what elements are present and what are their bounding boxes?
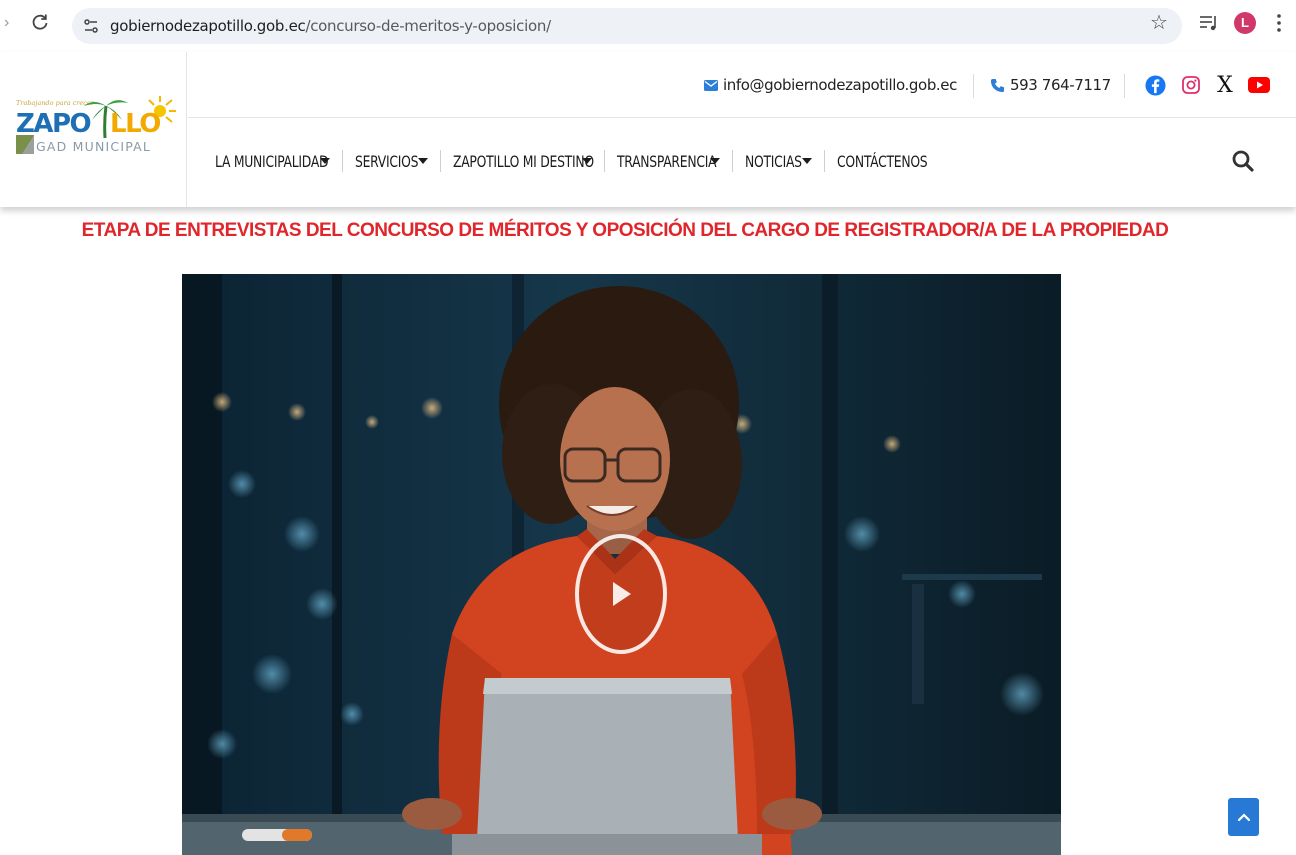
bookmark-star-icon[interactable]: ☆ — [1150, 10, 1168, 35]
svg-text:Trabajando para crecer: Trabajando para crecer — [16, 99, 95, 107]
page-title: ETAPA DE ENTREVISTAS DEL CONCURSO DE MÉR… — [81, 220, 1169, 241]
menu-label: NOTICIAS — [745, 151, 803, 171]
menu-item-transparencia[interactable]: TRANSPARENCIA — [616, 151, 721, 171]
svg-text:ZAPO: ZAPO — [16, 109, 91, 139]
menu-divider — [732, 150, 734, 172]
email-text: info@gobiernodezapotillo.gob.ec — [723, 76, 957, 94]
menu-label: SERVICIOS — [355, 151, 419, 171]
caret-down-icon — [417, 158, 428, 164]
url-text: gobiernodezapotillo.gob.ec/concurso-de-m… — [110, 17, 551, 35]
menu-divider — [824, 150, 826, 172]
svg-text:LLO: LLO — [110, 109, 160, 139]
phone-link[interactable]: 593 764-7117 — [990, 76, 1111, 94]
menu-divider — [342, 150, 344, 172]
forward-icon[interactable]: › — [4, 14, 9, 32]
browser-toolbar: › gobiernodezapotillo.gob.ec/concurso-de… — [0, 0, 1296, 52]
menu-divider — [603, 150, 605, 172]
back-to-top-button[interactable] — [1228, 798, 1259, 836]
instagram-icon[interactable] — [1180, 74, 1202, 96]
menu-label: LA MUNICIPALIDAD — [215, 151, 329, 171]
contact-divider — [1124, 74, 1125, 98]
svg-text:GAD MUNICIPAL: GAD MUNICIPAL — [36, 139, 151, 154]
email-link[interactable]: info@gobiernodezapotillo.gob.ec — [704, 76, 957, 94]
youtube-icon[interactable] — [1248, 74, 1270, 96]
reading-list-icon[interactable] — [1198, 12, 1220, 32]
search-icon[interactable] — [1230, 148, 1256, 174]
more-menu-icon[interactable] — [1276, 12, 1282, 34]
zapotillo-logo-image: Trabajando para crecer ZAPO LLO GAD MUNI… — [16, 96, 176, 154]
menu-item-contactenos[interactable]: CONTÁCTENOS — [837, 151, 928, 171]
play-icon[interactable] — [573, 532, 669, 656]
address-bar[interactable]: gobiernodezapotillo.gob.ec/concurso-de-m… — [72, 8, 1182, 44]
menu-item-servicios[interactable]: SERVICIOS — [355, 151, 428, 171]
social-links: X — [1144, 72, 1270, 98]
contact-bar: info@gobiernodezapotillo.gob.ec 593 764-… — [188, 52, 1296, 118]
main-navigation: LA MUNICIPALIDAD SERVICIOS ZAPOTILLO MI … — [188, 118, 1296, 207]
phone-icon — [990, 78, 1005, 93]
x-icon[interactable]: X — [1216, 73, 1234, 98]
caret-down-icon — [802, 158, 813, 164]
facebook-icon[interactable] — [1144, 74, 1166, 96]
menu-divider — [439, 150, 441, 172]
site-logo[interactable]: Trabajando para crecer ZAPO LLO GAD MUNI… — [0, 52, 187, 207]
menu-item-la-municipalidad[interactable]: LA MUNICIPALIDAD — [215, 151, 331, 171]
video-player[interactable] — [182, 274, 1061, 855]
menu-label: TRANSPARENCIA — [616, 151, 717, 171]
menu-label: CONTÁCTENOS — [837, 151, 928, 171]
profile-avatar[interactable]: L — [1234, 12, 1256, 34]
url-host: gobiernodezapotillo.gob.ec — [110, 17, 306, 35]
main-menu: LA MUNICIPALIDAD SERVICIOS ZAPOTILLO MI … — [215, 150, 928, 172]
reload-icon[interactable] — [30, 12, 50, 32]
menu-item-zapotillo-mi-destino[interactable]: ZAPOTILLO MI DESTINO — [452, 151, 594, 171]
site-header: Trabajando para crecer ZAPO LLO GAD MUNI… — [0, 52, 1296, 207]
menu-item-noticias[interactable]: NOTICIAS — [745, 151, 813, 171]
site-info-icon[interactable] — [82, 17, 100, 35]
url-path: /concurso-de-meritos-y-oposicion/ — [305, 17, 551, 35]
phone-text: 593 764-7117 — [1010, 76, 1111, 94]
contact-divider — [973, 74, 974, 98]
menu-label: ZAPOTILLO MI DESTINO — [452, 151, 594, 171]
chevron-up-icon — [1237, 813, 1250, 822]
envelope-icon — [704, 80, 718, 91]
